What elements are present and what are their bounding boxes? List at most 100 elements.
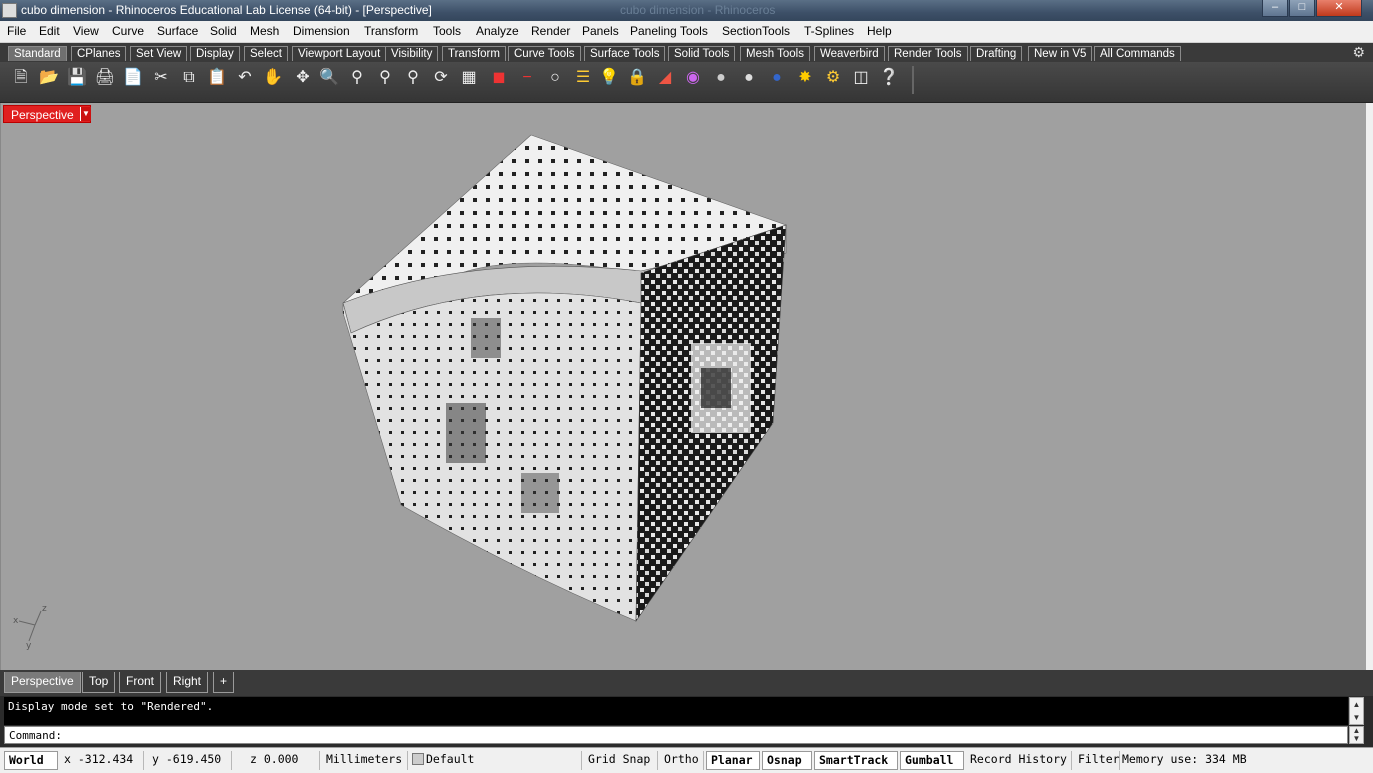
- viewtab-top[interactable]: Top: [82, 672, 116, 693]
- menu-view[interactable]: View: [73, 24, 99, 38]
- tab-render-tools[interactable]: Render Tools: [888, 46, 968, 61]
- close-button[interactable]: ✕: [1316, 0, 1362, 17]
- copy-icon[interactable]: ⧉: [178, 67, 200, 89]
- menu-tools[interactable]: Tools: [433, 24, 461, 38]
- cut-icon[interactable]: ✂: [150, 67, 172, 89]
- menu-dimension[interactable]: Dimension: [293, 24, 350, 38]
- tab-curve-tools[interactable]: Curve Tools: [508, 46, 581, 61]
- menu-help[interactable]: Help: [867, 24, 892, 38]
- viewport-tabs: Perspective Top Front Right +: [0, 670, 1373, 696]
- toggle-grid-snap[interactable]: Grid Snap: [584, 751, 658, 770]
- menu-surface[interactable]: Surface: [157, 24, 198, 38]
- viewtab-front[interactable]: Front: [119, 672, 162, 693]
- menu-transform[interactable]: Transform: [364, 24, 418, 38]
- zoom-icon[interactable]: 🔍: [318, 67, 340, 89]
- zoom-selected-icon[interactable]: ⚲: [402, 67, 424, 89]
- layers-icon[interactable]: ☰: [572, 67, 594, 89]
- sphere-icon[interactable]: ●: [710, 67, 732, 89]
- cplane-selector[interactable]: World: [4, 751, 58, 770]
- circle-icon[interactable]: ○: [544, 67, 566, 89]
- axis-x-label: x: [13, 616, 19, 626]
- history-scrollbar[interactable]: ▲ ▼: [1349, 697, 1364, 725]
- tab-solid-tools[interactable]: Solid Tools: [668, 46, 736, 61]
- layer-color-swatch: [412, 753, 424, 765]
- paste-icon[interactable]: 📋: [206, 67, 228, 89]
- toggle-ortho[interactable]: Ortho: [660, 751, 704, 770]
- tab-weaverbird[interactable]: Weaverbird: [814, 46, 885, 61]
- title-bar: cubo dimension - Rhinoceros Educational …: [0, 0, 1373, 21]
- pan-icon[interactable]: ✋: [262, 67, 284, 89]
- toggle-osnap[interactable]: Osnap: [762, 751, 812, 770]
- menu-curve[interactable]: Curve: [112, 24, 144, 38]
- save-icon[interactable]: 💾: [66, 67, 88, 89]
- menu-mesh[interactable]: Mesh: [250, 24, 279, 38]
- units-display[interactable]: Millimeters: [322, 751, 408, 770]
- rotate-view-icon[interactable]: ⟳: [430, 67, 452, 89]
- help-icon[interactable]: ❔: [878, 67, 900, 89]
- rhino-app-icon[interactable]: [2, 3, 17, 18]
- command-input[interactable]: Command:: [4, 726, 1348, 744]
- toggle-smarttrack[interactable]: SmartTrack: [814, 751, 898, 770]
- menu-panels[interactable]: Panels: [582, 24, 619, 38]
- new-icon[interactable]: 🗎: [10, 67, 32, 89]
- color-wheel-icon[interactable]: ◉: [682, 67, 704, 89]
- menu-solid[interactable]: Solid: [210, 24, 237, 38]
- tab-surface-tools[interactable]: Surface Tools: [584, 46, 666, 61]
- car-icon[interactable]: ◼: [488, 67, 510, 89]
- gear-icon[interactable]: ⚙: [1352, 44, 1365, 61]
- tab-visibility[interactable]: Visibility: [385, 46, 439, 61]
- toolbar-tab-row: Standard CPlanes Set View Display Select…: [0, 43, 1373, 62]
- minimize-button[interactable]: –: [1262, 0, 1288, 17]
- viewtab-perspective[interactable]: Perspective: [4, 672, 81, 693]
- axis-z-label: z: [42, 604, 47, 614]
- print-icon[interactable]: 🖨: [94, 67, 116, 89]
- tab-cplanes[interactable]: CPlanes: [71, 46, 127, 61]
- move-icon[interactable]: ✥: [292, 67, 314, 89]
- menu-sectiontools[interactable]: SectionTools: [722, 24, 790, 38]
- tab-all-commands[interactable]: All Commands: [1094, 46, 1181, 61]
- grid-icon[interactable]: ◫: [850, 67, 872, 89]
- viewports-icon[interactable]: ▦: [458, 67, 480, 89]
- tab-mesh-tools[interactable]: Mesh Tools: [740, 46, 810, 61]
- open-icon[interactable]: 📂: [38, 67, 60, 89]
- tab-select[interactable]: Select: [244, 46, 288, 61]
- zoom-window-icon[interactable]: ⚲: [346, 67, 368, 89]
- toggle-gumball[interactable]: Gumball: [900, 751, 964, 770]
- viewtab-right[interactable]: Right: [166, 672, 209, 693]
- tab-display[interactable]: Display: [190, 46, 240, 61]
- perspective-viewport[interactable]: Perspective ▼ z x y: [0, 103, 1366, 670]
- tab-new-in-v5[interactable]: New in V5: [1028, 46, 1093, 61]
- add-viewtab-button[interactable]: +: [213, 672, 235, 693]
- command-history: Display mode set to "Rendered".: [4, 697, 1348, 725]
- tab-drafting[interactable]: Drafting: [970, 46, 1023, 61]
- tab-transform[interactable]: Transform: [442, 46, 506, 61]
- toggle-planar[interactable]: Planar: [706, 751, 760, 770]
- menger-cube-model[interactable]: [1, 103, 1367, 670]
- menu-render[interactable]: Render: [531, 24, 570, 38]
- tab-set-view[interactable]: Set View: [130, 46, 188, 61]
- cplane-icon[interactable]: −: [516, 67, 538, 89]
- import-icon[interactable]: 📄: [122, 67, 144, 89]
- sphere-shaded-icon[interactable]: ●: [738, 67, 760, 89]
- render-icon[interactable]: ✸: [794, 67, 816, 89]
- command-scrollbar[interactable]: ▲ ▼: [1349, 726, 1364, 744]
- tab-viewport-layout[interactable]: Viewport Layout: [292, 46, 387, 61]
- menu-analyze[interactable]: Analyze: [476, 24, 519, 38]
- menu-paneling-tools[interactable]: Paneling Tools: [630, 24, 708, 38]
- light-icon[interactable]: 💡: [598, 67, 620, 89]
- maximize-button[interactable]: □: [1289, 0, 1315, 17]
- options-icon[interactable]: ⚙: [822, 67, 844, 89]
- toggle-record-history[interactable]: Record History: [966, 751, 1072, 770]
- lock-icon[interactable]: 🔒: [626, 67, 648, 89]
- menu-t-splines[interactable]: T-Splines: [804, 24, 854, 38]
- menu-file[interactable]: File: [7, 24, 26, 38]
- sphere-blue-icon[interactable]: ●: [766, 67, 788, 89]
- toggle-filter[interactable]: Filter: [1074, 751, 1120, 770]
- zoom-extents-icon[interactable]: ⚲: [374, 67, 396, 89]
- menu-edit[interactable]: Edit: [39, 24, 60, 38]
- undo-icon[interactable]: ↶: [234, 67, 256, 89]
- window-title-ghost: cubo dimension - Rhinoceros: [620, 3, 776, 17]
- tab-standard[interactable]: Standard: [8, 46, 67, 61]
- material-icon[interactable]: ◢: [654, 67, 676, 89]
- layer-selector[interactable]: Default: [408, 751, 582, 770]
